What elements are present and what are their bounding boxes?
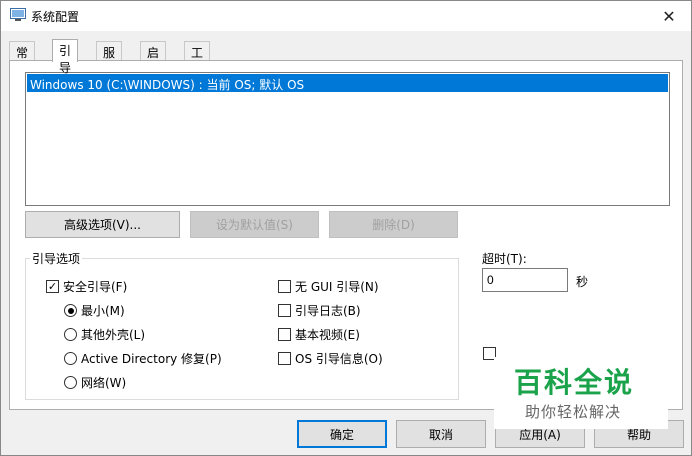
- delete-button[interactable]: 删除(D): [329, 211, 458, 238]
- alternate-shell-radio[interactable]: 其他外壳(L): [64, 326, 145, 343]
- tab-boot[interactable]: 引导: [52, 39, 79, 75]
- advanced-options-button[interactable]: 高级选项(V)...: [25, 211, 180, 238]
- window-title: 系统配置: [31, 10, 80, 24]
- checkmark-icon: ✓: [46, 280, 59, 293]
- alternate-shell-label: 其他外壳(L): [81, 328, 146, 342]
- base-video-checkbox[interactable]: 基本视频(E): [278, 326, 360, 343]
- safe-boot-label: 安全引导(F): [63, 280, 128, 294]
- no-gui-boot-label: 无 GUI 引导(N): [295, 280, 379, 294]
- watermark-title: 百科全说: [514, 366, 635, 399]
- radio-selected-icon: [64, 304, 77, 317]
- active-directory-radio[interactable]: Active Directory 修复(P): [64, 350, 222, 367]
- tab-services[interactable]: 服务: [96, 41, 123, 77]
- os-boot-info-checkbox[interactable]: OS 引导信息(O): [278, 350, 383, 367]
- active-directory-label: Active Directory 修复(P): [81, 352, 222, 366]
- tab-tools[interactable]: 工具: [184, 41, 211, 77]
- close-button[interactable]: ✕: [647, 1, 691, 31]
- boot-log-checkbox[interactable]: 引导日志(B): [278, 302, 361, 319]
- cancel-button[interactable]: 取消: [396, 420, 486, 448]
- base-video-label: 基本视频(E): [295, 328, 360, 342]
- close-icon: ✕: [662, 6, 676, 26]
- network-label: 网络(W): [81, 376, 127, 390]
- no-gui-boot-checkbox[interactable]: 无 GUI 引导(N): [278, 278, 379, 295]
- os-boot-info-label: OS 引导信息(O): [295, 352, 383, 366]
- checkbox-icon: [278, 328, 291, 341]
- set-default-button[interactable]: 设为默认值(S): [190, 211, 319, 238]
- checkbox-icon: [278, 280, 291, 293]
- msconfig-icon: [10, 8, 26, 21]
- timeout-label: 超时(T):: [482, 252, 527, 266]
- system-config-window: 系统配置 ✕ 常规 引导 服务 启动 工具 Windows 10 (C:\WIN…: [0, 0, 692, 456]
- checkbox-icon: [278, 304, 291, 317]
- safe-boot-checkbox[interactable]: ✓ 安全引导(F): [46, 278, 127, 295]
- watermark-subtitle: 助你轻松解决: [525, 403, 622, 421]
- minimal-label: 最小(M): [81, 304, 125, 318]
- os-list[interactable]: Windows 10 (C:\WINDOWS) : 当前 OS; 默认 OS: [25, 72, 670, 206]
- watermark-logo: 百科全说 助你轻松解决: [494, 357, 668, 429]
- network-radio[interactable]: 网络(W): [64, 374, 126, 391]
- boot-options-group: 引导选项 ✓ 安全引导(F) 最小(M) 其他外壳(L) Active Dire…: [25, 250, 459, 400]
- os-list-item[interactable]: Windows 10 (C:\WINDOWS) : 当前 OS; 默认 OS: [27, 74, 668, 92]
- radio-icon: [64, 376, 77, 389]
- radio-icon: [64, 352, 77, 365]
- ok-button[interactable]: 确定: [297, 420, 387, 448]
- tab-startup[interactable]: 启动: [140, 41, 167, 77]
- tab-general[interactable]: 常规: [9, 41, 36, 77]
- timeout-input[interactable]: [482, 268, 568, 292]
- title-bar: 系统配置 ✕: [1, 1, 691, 31]
- checkbox-icon: [278, 352, 291, 365]
- boot-options-title: 引导选项: [30, 250, 83, 267]
- timeout-unit: 秒: [576, 275, 589, 289]
- minimal-radio[interactable]: 最小(M): [64, 302, 125, 319]
- boot-log-label: 引导日志(B): [295, 304, 361, 318]
- radio-icon: [64, 328, 77, 341]
